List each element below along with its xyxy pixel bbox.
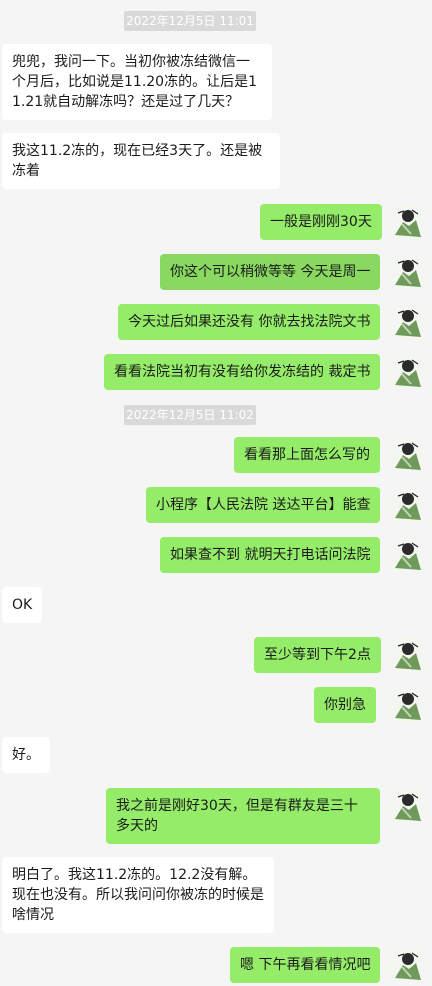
message-bubble-sent[interactable]: 今天过后如果还没有 你就去找法院文书: [118, 304, 381, 340]
user-avatar-icon: [389, 204, 425, 240]
timestamp-divider: 2022年12月5日 11:01: [124, 11, 256, 31]
avatar[interactable]: [389, 437, 425, 473]
user-avatar-icon: [389, 788, 425, 824]
message-bubble-sent[interactable]: 你别急: [314, 687, 376, 723]
avatar[interactable]: [389, 687, 425, 723]
user-avatar-icon: [389, 254, 425, 290]
message-bubble-sent[interactable]: 如果查不到 就明天打电话问法院: [160, 537, 381, 573]
avatar[interactable]: [389, 947, 425, 983]
timestamp-divider: 2022年12月5日 11:02: [124, 405, 256, 425]
avatar[interactable]: [389, 637, 425, 673]
message-bubble-received[interactable]: 我这11.2冻的，现在已经3天了。还是被冻着: [2, 133, 280, 189]
user-avatar-icon: [389, 437, 425, 473]
avatar[interactable]: [389, 487, 425, 523]
message-bubble-sent[interactable]: 小程序【人民法院 送达平台】能查: [146, 487, 381, 523]
message-bubble-received[interactable]: 兜兜，我问一下。当初你被冻结微信一个月后，比如说是11.20冻的。让后是11.2…: [2, 44, 272, 120]
message-bubble-sent[interactable]: 一般是刚刚30天: [260, 204, 382, 240]
message-bubble-received[interactable]: OK: [2, 587, 43, 623]
avatar[interactable]: [389, 254, 425, 290]
user-avatar-icon: [389, 487, 425, 523]
message-bubble-sent[interactable]: 嗯 下午再看看情况吧: [230, 947, 381, 983]
avatar[interactable]: [389, 204, 425, 240]
user-avatar-icon: [389, 304, 425, 340]
chat-thread: 2022年12月5日 11:01 兜兜，我问一下。当初你被冻结微信一个月后，比如…: [0, 0, 432, 986]
avatar[interactable]: [389, 788, 425, 824]
message-bubble-sent[interactable]: 我之前是刚好30天，但是有群友是三十多天的: [106, 788, 380, 844]
user-avatar-icon: [389, 537, 425, 573]
message-bubble-received[interactable]: 明白了。我这11.2冻的。12.2没有解。现在也没有。所以我问问你被冻的时候是啥…: [2, 857, 274, 933]
user-avatar-icon: [389, 637, 425, 673]
user-avatar-icon: [389, 354, 425, 390]
message-bubble-sent[interactable]: 至少等到下午2点: [254, 637, 381, 673]
user-avatar-icon: [389, 947, 425, 983]
message-bubble-sent[interactable]: 你这个可以稍微等等 今天是周一: [160, 254, 381, 290]
user-avatar-icon: [389, 687, 425, 723]
message-bubble-received[interactable]: 好。: [2, 737, 50, 773]
avatar[interactable]: [389, 537, 425, 573]
message-bubble-sent[interactable]: 看看那上面怎么写的: [234, 437, 380, 473]
avatar[interactable]: [389, 354, 425, 390]
message-bubble-sent[interactable]: 看看法院当初有没有给你发冻结的 裁定书: [104, 354, 381, 390]
avatar[interactable]: [389, 304, 425, 340]
